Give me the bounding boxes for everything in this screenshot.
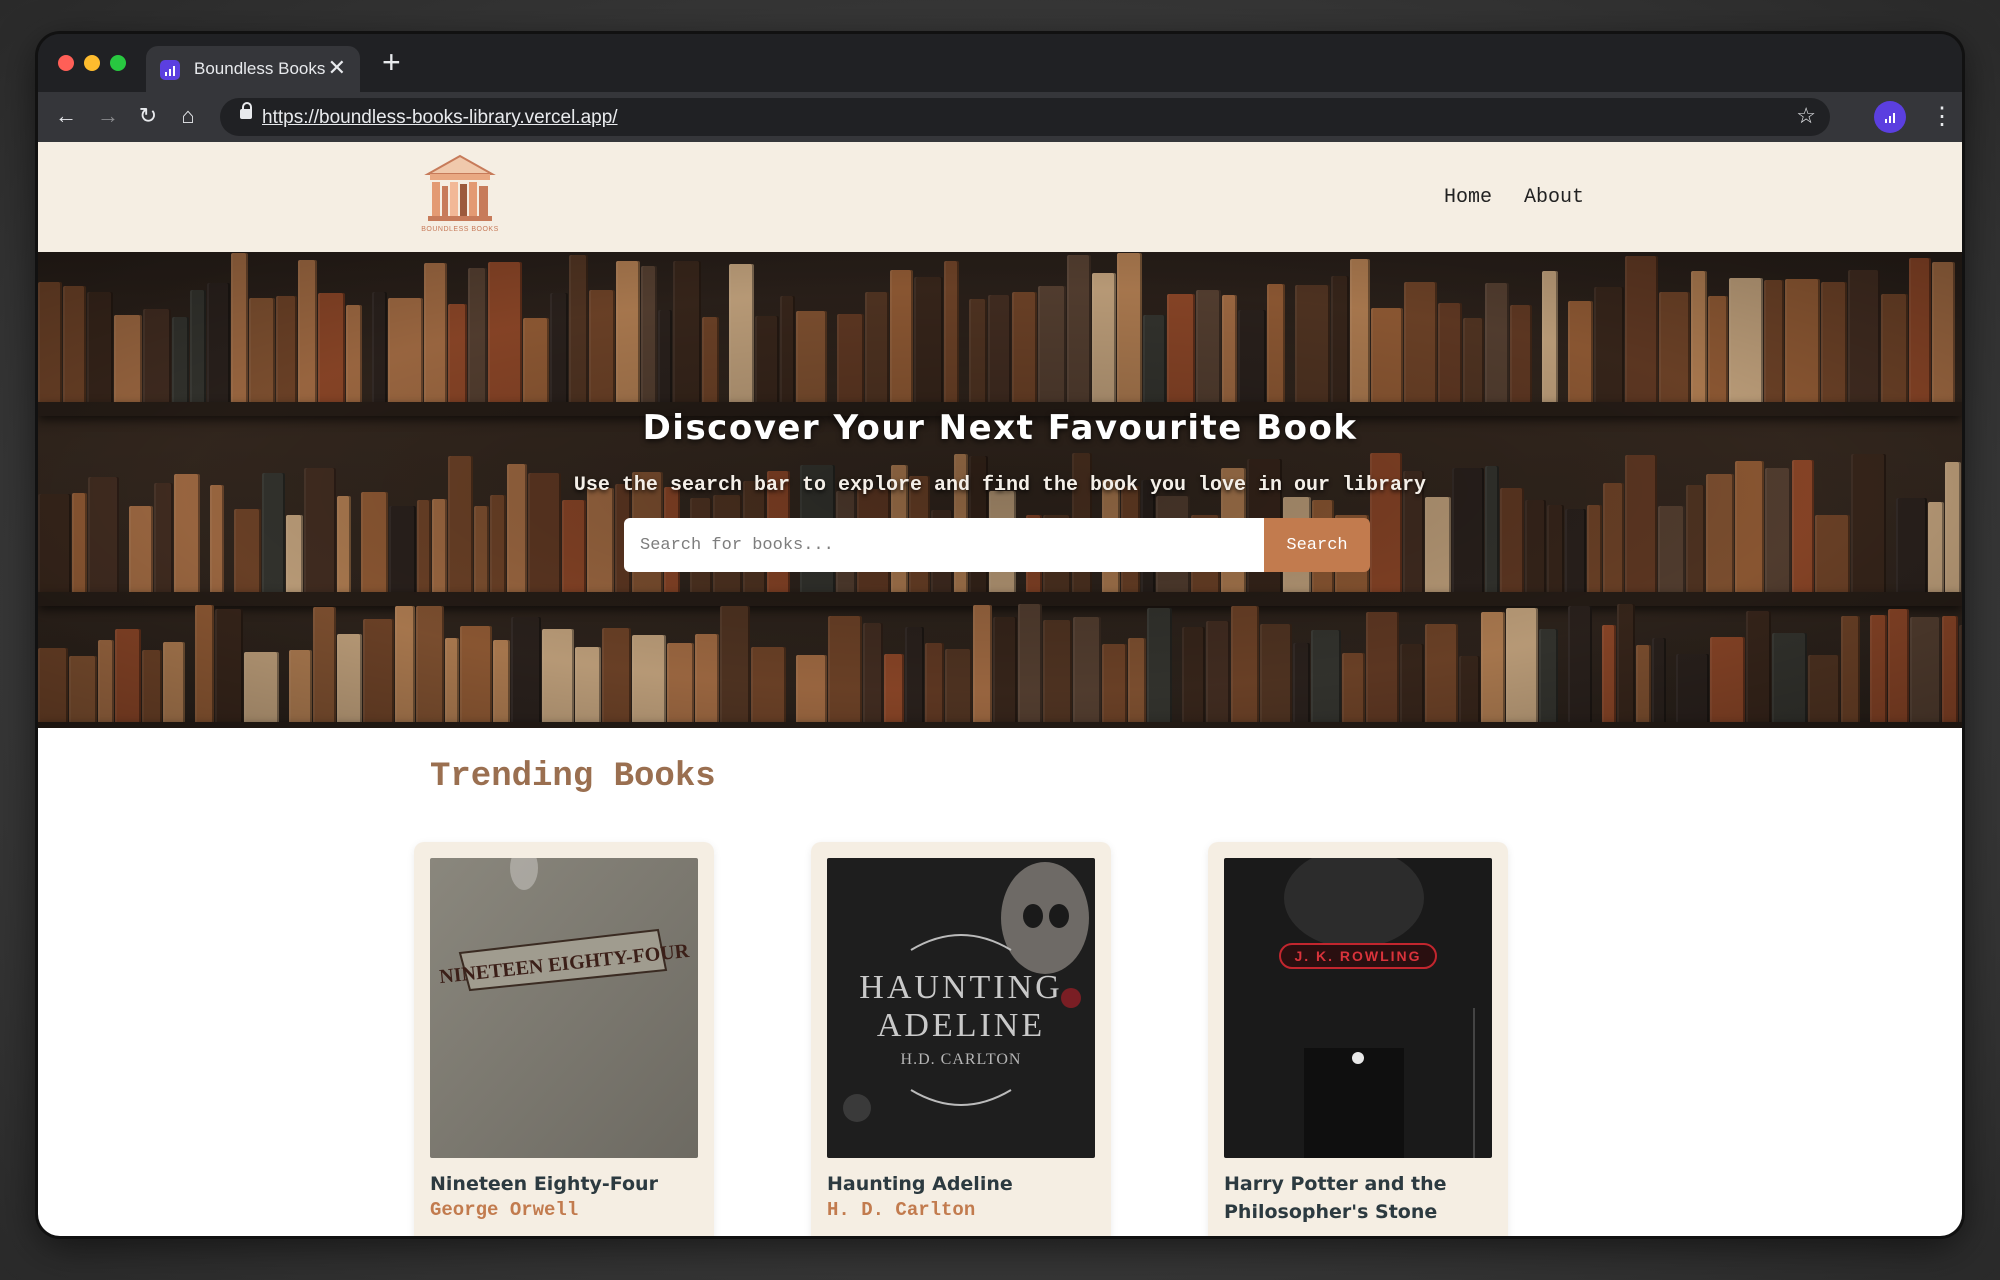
trending-books-heading: Trending Books <box>430 758 716 796</box>
nav-about[interactable]: About <box>1524 186 1584 209</box>
library-building-icon <box>424 154 496 221</box>
book-card[interactable]: HAUNTING ADELINE H.D. CARLTON Haunting A… <box>811 842 1111 1236</box>
web-page: BOUNDLESS BOOKS Home About Discover Your… <box>38 142 1962 1236</box>
book-author: H. D. Carlton <box>827 1199 976 1221</box>
profile-avatar-icon[interactable] <box>1874 101 1906 133</box>
book-title[interactable]: Harry Potter and the Philosopher's Stone <box>1224 1170 1494 1226</box>
hero-subtitle: Use the search bar to explore and find t… <box>573 474 1427 497</box>
url-text[interactable]: https://boundless-books-library.vercel.a… <box>262 107 618 129</box>
search-form: Search <box>624 518 1370 572</box>
tab-title: Boundless Books <box>194 59 326 78</box>
browser-toolbar: ← → ↻ ⌂ https://boundless-books-library.… <box>38 92 1962 142</box>
search-button[interactable]: Search <box>1264 518 1370 572</box>
new-tab-button[interactable]: + <box>382 46 401 78</box>
close-window-button[interactable] <box>58 55 74 71</box>
book-cover-1984[interactable]: NINETEEN EIGHTY-FOUR <box>430 858 698 1158</box>
reload-icon[interactable]: ↻ <box>134 102 162 130</box>
hero-title: Discover Your Next Favourite Book <box>642 408 1358 448</box>
book-title[interactable]: Nineteen Eighty-Four <box>430 1170 700 1198</box>
nav-home[interactable]: Home <box>1444 186 1492 209</box>
browser-window: Boundless Books ✕ + ← → ↻ ⌂ https://boun… <box>38 34 1962 1236</box>
book-title[interactable]: Haunting Adeline <box>827 1170 1097 1198</box>
book-cover-haunting-adeline[interactable]: HAUNTING ADELINE H.D. CARLTON <box>827 858 1095 1158</box>
main-nav: Home About <box>1444 186 1584 209</box>
boundless-books-logo[interactable]: BOUNDLESS BOOKS <box>420 154 500 238</box>
book-author: George Orwell <box>430 1199 579 1221</box>
search-input[interactable] <box>624 518 1264 572</box>
book-card[interactable]: NINETEEN EIGHTY-FOUR Nineteen Eighty-Fou… <box>414 842 714 1236</box>
browser-menu-icon[interactable]: ⋮ <box>1930 101 1954 133</box>
maximize-window-button[interactable] <box>110 55 126 71</box>
close-tab-icon[interactable]: ✕ <box>328 56 346 80</box>
site-header: BOUNDLESS BOOKS Home About <box>38 142 1962 252</box>
browser-tab[interactable]: Boundless Books ✕ <box>146 46 360 92</box>
bookmark-star-icon[interactable]: ☆ <box>1796 103 1816 129</box>
book-cover-harry-potter[interactable]: J. K. ROWLING <box>1224 858 1492 1158</box>
cover-title-line-2: ADELINE <box>877 1007 1045 1044</box>
hero-banner: Discover Your Next Favourite Book Use th… <box>38 252 1962 728</box>
tab-strip: Boundless Books ✕ + <box>38 34 1962 92</box>
cover-author: J. K. ROWLING <box>1294 948 1421 964</box>
favicon-icon <box>160 60 180 80</box>
book-card[interactable]: J. K. ROWLING Harry Potter and the Philo… <box>1208 842 1508 1236</box>
minimize-window-button[interactable] <box>84 55 100 71</box>
cover-title-line-1: HAUNTING <box>859 969 1062 1006</box>
logo-text: BOUNDLESS BOOKS <box>421 226 499 233</box>
lock-icon[interactable] <box>240 102 252 119</box>
cover-author: H.D. CARLTON <box>901 1051 1022 1068</box>
address-bar[interactable]: https://boundless-books-library.vercel.a… <box>220 98 1830 136</box>
forward-icon[interactable]: → <box>94 102 122 130</box>
home-icon[interactable]: ⌂ <box>174 102 202 130</box>
back-icon[interactable]: ← <box>52 102 80 130</box>
